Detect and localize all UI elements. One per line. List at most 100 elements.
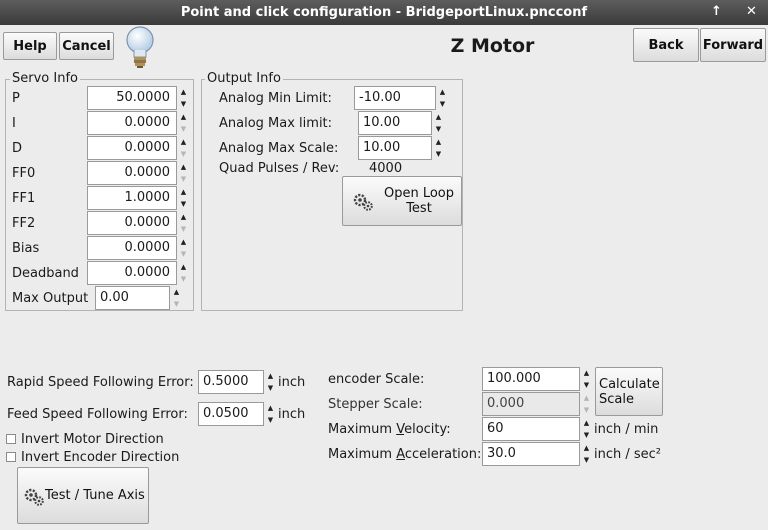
- analog-max-limit-spinner[interactable]: 10.00 ▲ ▼: [358, 111, 445, 135]
- spin-down-icon[interactable]: ▼: [264, 382, 277, 394]
- spin-down-icon[interactable]: ▼: [177, 123, 190, 135]
- spin-down-icon[interactable]: ▼: [580, 454, 593, 466]
- invert-encoder-label[interactable]: Invert Encoder Direction: [21, 450, 179, 465]
- servo-row-value[interactable]: 0.0000: [87, 161, 177, 185]
- servo-row-label: Deadband: [12, 266, 79, 281]
- back-button[interactable]: Back: [633, 28, 699, 62]
- spin-down-icon[interactable]: ▼: [177, 248, 190, 260]
- encoder-scale-label: encoder Scale:: [328, 372, 425, 387]
- spin-up-icon[interactable]: ▲: [177, 211, 190, 223]
- spin-up-icon[interactable]: ▲: [177, 261, 190, 273]
- spin-up-icon[interactable]: ▲: [170, 286, 183, 298]
- calculate-scale-button[interactable]: Calculate Scale: [595, 367, 663, 416]
- servo-row-value[interactable]: 0.0000: [87, 236, 177, 260]
- servo-row-value[interactable]: 0.0000: [87, 136, 177, 160]
- servo-row-value[interactable]: 0.0000: [87, 211, 177, 235]
- spin-down-icon: ▼: [583, 406, 590, 414]
- invert-motor-label[interactable]: Invert Motor Direction: [21, 432, 164, 447]
- spin-up-icon[interactable]: ▲: [177, 86, 190, 98]
- spin-up-icon[interactable]: ▲: [177, 161, 190, 173]
- spin-down-icon[interactable]: ▼: [177, 273, 190, 285]
- max-velocity-spinner[interactable]: 60 ▲ ▼: [482, 417, 593, 441]
- open-loop-test-button[interactable]: Open Loop Test: [342, 176, 462, 226]
- servo-row-spinner[interactable]: 0.0000 ▲ ▼: [87, 111, 190, 135]
- max-velocity-value[interactable]: 60: [482, 417, 580, 441]
- spin-down-icon[interactable]: ▼: [177, 98, 190, 110]
- spin-down-icon[interactable]: ▼: [432, 148, 445, 160]
- analog-max-scale-spinner[interactable]: 10.00 ▲ ▼: [358, 136, 445, 160]
- spin-up-icon[interactable]: ▲: [264, 370, 277, 382]
- spin-down-icon[interactable]: ▼: [580, 429, 593, 441]
- analog-min-limit-value[interactable]: -10.00: [354, 86, 436, 110]
- spin-down-icon[interactable]: ▼: [177, 198, 190, 210]
- cancel-button[interactable]: Cancel: [59, 32, 114, 60]
- maximize-icon[interactable]: ↑: [711, 4, 722, 19]
- help-button[interactable]: Help: [3, 32, 57, 60]
- servo-row-label: D: [12, 141, 23, 156]
- spin-down-icon[interactable]: ▼: [177, 148, 190, 160]
- max-acceleration-value[interactable]: 30.0: [482, 442, 580, 466]
- forward-button[interactable]: Forward: [700, 28, 766, 62]
- spin-up-icon[interactable]: ▲: [580, 417, 593, 429]
- max-output-value[interactable]: 0.00: [95, 286, 170, 310]
- lightbulb-icon: [121, 24, 161, 70]
- spin-down-icon[interactable]: ▼: [432, 123, 445, 135]
- max-output-spinner[interactable]: 0.00 ▲ ▼: [95, 286, 183, 310]
- spin-up-icon: ▲: [583, 394, 590, 402]
- spin-down-icon[interactable]: ▼: [170, 298, 183, 310]
- open-loop-test-label-2: Test: [406, 201, 432, 216]
- invert-motor-checkbox[interactable]: [6, 434, 16, 444]
- servo-row-label: Bias: [12, 241, 40, 256]
- max-output-label: Max Output: [12, 291, 89, 306]
- encoder-scale-value[interactable]: 100.000: [482, 367, 580, 391]
- window-titlebar: Point and click configuration - Bridgepo…: [0, 0, 768, 25]
- rapid-following-error-label: Rapid Speed Following Error:: [7, 375, 194, 390]
- rapid-following-error-spinner[interactable]: 0.5000 ▲ ▼: [198, 370, 277, 394]
- servo-row-spinner[interactable]: 0.0000 ▲ ▼: [87, 136, 190, 160]
- rapid-following-error-value[interactable]: 0.5000: [198, 370, 264, 394]
- spin-up-icon[interactable]: ▲: [432, 136, 445, 148]
- servo-row-spinner[interactable]: 0.0000 ▲ ▼: [87, 161, 190, 185]
- spin-up-icon[interactable]: ▲: [264, 402, 277, 414]
- servo-row-value[interactable]: 0.0000: [87, 261, 177, 285]
- servo-row-spinner[interactable]: 0.0000 ▲ ▼: [87, 211, 190, 235]
- feed-following-error-value[interactable]: 0.0500: [198, 402, 264, 426]
- close-icon[interactable]: ✕: [746, 4, 757, 19]
- spin-up-icon[interactable]: ▲: [436, 86, 449, 98]
- servo-row-label: P: [12, 91, 20, 106]
- spin-up-icon[interactable]: ▲: [432, 111, 445, 123]
- analog-min-limit-spinner[interactable]: -10.00 ▲ ▼: [354, 86, 449, 110]
- spin-down-icon[interactable]: ▼: [177, 173, 190, 185]
- stepper-scale-spinner: 0.000 ▲ ▼: [482, 392, 593, 416]
- test-tune-axis-button[interactable]: Test / Tune Axis: [17, 467, 149, 524]
- feed-following-error-spinner[interactable]: 0.0500 ▲ ▼: [198, 402, 277, 426]
- servo-row-spinner[interactable]: 0.0000 ▲ ▼: [87, 236, 190, 260]
- spin-up-icon[interactable]: ▲: [580, 442, 593, 454]
- encoder-scale-spinner[interactable]: 100.000 ▲ ▼: [482, 367, 593, 391]
- servo-info-legend: Servo Info: [10, 71, 80, 86]
- analog-max-scale-value[interactable]: 10.00: [358, 136, 432, 160]
- servo-row-spinner[interactable]: 50.0000 ▲ ▼: [87, 86, 190, 110]
- servo-row-spinner[interactable]: 0.0000 ▲ ▼: [87, 261, 190, 285]
- spin-down-icon[interactable]: ▼: [264, 414, 277, 426]
- spin-down-icon[interactable]: ▼: [177, 223, 190, 235]
- servo-row-value[interactable]: 50.0000: [87, 86, 177, 110]
- servo-row-spinner[interactable]: 1.0000 ▲ ▼: [87, 186, 190, 210]
- spin-up-icon[interactable]: ▲: [177, 111, 190, 123]
- max-acceleration-spinner[interactable]: 30.0 ▲ ▼: [482, 442, 593, 466]
- analog-max-limit-value[interactable]: 10.00: [358, 111, 432, 135]
- spin-up-icon[interactable]: ▲: [177, 136, 190, 148]
- feed-following-error-label: Feed Speed Following Error:: [7, 407, 188, 422]
- invert-encoder-checkbox[interactable]: [6, 452, 16, 462]
- servo-row-value[interactable]: 0.0000: [87, 111, 177, 135]
- page-title: Z Motor: [450, 35, 535, 57]
- open-loop-test-label-1: Open Loop: [383, 186, 455, 201]
- spin-up-icon[interactable]: ▲: [580, 367, 593, 379]
- spin-down-icon[interactable]: ▼: [580, 379, 593, 391]
- spin-up-icon[interactable]: ▲: [177, 186, 190, 198]
- spin-down-icon[interactable]: ▼: [436, 98, 449, 110]
- test-tune-axis-label: Test / Tune Axis: [45, 488, 145, 503]
- spin-up-icon[interactable]: ▲: [177, 236, 190, 248]
- servo-row-label: FF0: [12, 166, 36, 181]
- servo-row-value[interactable]: 1.0000: [87, 186, 177, 210]
